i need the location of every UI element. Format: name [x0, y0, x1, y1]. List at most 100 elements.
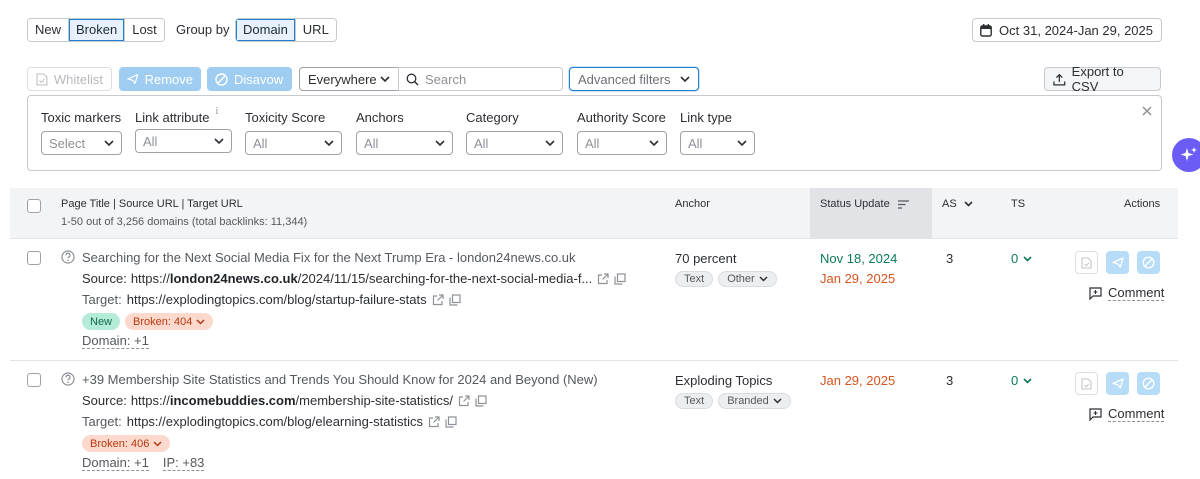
chevron-down-icon	[737, 139, 747, 146]
remove-row-button[interactable]	[1106, 372, 1129, 395]
comment-button[interactable]: Comment	[1089, 286, 1165, 301]
toxicity-score-select[interactable]: All	[245, 131, 342, 155]
broken-status-badge[interactable]: Broken: 404	[125, 313, 214, 330]
status-update-column-header[interactable]: Status Update	[820, 198, 909, 210]
toxicity-score[interactable]: 0	[1011, 251, 1032, 266]
toxicity-score[interactable]: 0	[1011, 373, 1032, 388]
external-link-icon[interactable]	[597, 272, 609, 285]
row-checkbox[interactable]	[27, 373, 41, 387]
ip-count[interactable]: IP: +83	[162, 456, 205, 471]
select-value: All	[688, 135, 703, 151]
filter-link-attribute: Link attribute i All	[135, 106, 232, 153]
external-link-icon[interactable]	[432, 293, 444, 306]
filter-link-type: Link type All	[680, 110, 755, 155]
copy-icon[interactable]	[475, 394, 487, 407]
tab-new[interactable]: New	[28, 19, 70, 41]
domain-count[interactable]: Domain: +1	[82, 334, 149, 349]
authority-score: 3	[946, 251, 954, 266]
info-icon[interactable]: i	[215, 106, 218, 117]
anchor-column-header: Anchor	[675, 198, 710, 210]
disavow-button[interactable]: Disavow	[207, 67, 292, 91]
anchor-category-text: Branded	[727, 395, 769, 407]
source-link[interactable]: https://incomebuddies.com/membership-sit…	[131, 393, 453, 408]
remove-label: Remove	[144, 71, 193, 87]
source-link[interactable]: https://london24news.co.uk/2024/11/15/se…	[131, 271, 592, 286]
page-title[interactable]: Searching for the Next Social Media Fix …	[82, 250, 576, 265]
export-csv-button[interactable]: Export to CSV	[1044, 64, 1161, 94]
link-type-select[interactable]: All	[680, 131, 755, 155]
close-icon[interactable]	[1142, 103, 1152, 120]
block-icon	[215, 72, 228, 86]
ai-assistant-button[interactable]	[1172, 138, 1200, 172]
source-protocol: https://	[130, 271, 170, 286]
anchor-category-dropdown[interactable]: Other	[718, 271, 777, 287]
link-attribute-select[interactable]: All	[135, 129, 232, 153]
target-link[interactable]: https://explodingtopics.com/blog/startup…	[127, 292, 427, 307]
anchor-category-dropdown[interactable]: Branded	[718, 393, 791, 409]
as-column-header[interactable]: AS	[942, 198, 973, 210]
domain-count[interactable]: Domain: +1	[82, 456, 149, 471]
advanced-filters-button[interactable]: Advanced filters	[569, 67, 699, 91]
upload-icon	[1053, 73, 1066, 85]
send-icon	[1111, 257, 1124, 268]
chevron-down-icon	[773, 398, 782, 404]
category-select[interactable]: All	[466, 131, 563, 155]
source-url: Source: https://london24news.co.uk/2024/…	[82, 271, 626, 286]
advanced-filters-label: Advanced filters	[578, 71, 671, 87]
source-protocol: https://	[130, 393, 170, 408]
anchors-select[interactable]: All	[356, 131, 453, 155]
target-link[interactable]: https://explodingtopics.com/blog/elearni…	[127, 414, 423, 429]
select-value: All	[253, 135, 268, 151]
anchor-category-text: Other	[727, 273, 755, 285]
copy-icon[interactable]	[449, 293, 461, 306]
copy-icon[interactable]	[445, 415, 457, 428]
external-link-icon[interactable]	[458, 394, 470, 407]
select-value: All	[143, 133, 158, 149]
help-circle-icon[interactable]	[61, 372, 75, 386]
whitelist-button[interactable]: Whitelist	[27, 67, 112, 91]
whitelist-row-button[interactable]	[1075, 372, 1098, 395]
broken-status-text: Broken: 406	[90, 437, 150, 450]
domain-info: Domain: +1	[82, 334, 149, 349]
chevron-down-icon	[545, 139, 555, 146]
disavow-row-button[interactable]	[1137, 372, 1160, 395]
broken-status-badge[interactable]: Broken: 406	[82, 435, 171, 452]
chevron-down-icon	[196, 318, 205, 325]
tab-broken[interactable]: Broken	[69, 19, 126, 41]
source-path: /membership-site-statistics/	[295, 393, 454, 408]
search-input[interactable]	[425, 71, 545, 87]
help-circle-icon[interactable]	[61, 250, 75, 264]
document-check-icon	[1081, 256, 1092, 269]
block-icon	[1142, 256, 1155, 269]
page-title[interactable]: +39 Membership Site Statistics and Trend…	[82, 372, 598, 387]
remove-row-button[interactable]	[1106, 251, 1129, 274]
tab-lost[interactable]: Lost	[125, 19, 164, 41]
status-column-highlight	[810, 188, 932, 239]
anchor-text: Exploding Topics	[675, 373, 773, 388]
comment-button[interactable]: Comment	[1089, 406, 1165, 422]
group-by-domain[interactable]: Domain	[236, 19, 296, 41]
ts-column-header: TS	[1011, 198, 1026, 210]
scope-select[interactable]: Everywhere	[299, 67, 399, 91]
sparkle-icon	[1180, 147, 1197, 161]
external-link-icon[interactable]	[428, 415, 440, 428]
toxic-markers-select[interactable]: Select	[41, 131, 122, 155]
chevron-down-icon	[1023, 255, 1032, 262]
toxicity-score-value: 0	[1011, 373, 1019, 388]
toxicity-score-value: 0	[1011, 251, 1019, 266]
date-range-picker[interactable]: Oct 31, 2024-Jan 29, 2025	[972, 18, 1162, 42]
select-all-checkbox[interactable]	[27, 199, 41, 213]
target-label: Target:	[82, 414, 122, 429]
row-checkbox[interactable]	[27, 251, 41, 265]
group-by-url[interactable]: URL	[295, 19, 336, 41]
comment-label: Comment	[1108, 406, 1165, 422]
disavow-row-button[interactable]	[1137, 251, 1160, 274]
date-range-text: Oct 31, 2024-Jan 29, 2025	[999, 22, 1153, 38]
remove-button[interactable]: Remove	[119, 67, 201, 91]
whitelist-row-button[interactable]	[1075, 251, 1098, 274]
status-chips: Broken: 406	[82, 435, 171, 452]
chevron-down-icon	[1023, 377, 1032, 384]
copy-icon[interactable]	[614, 272, 626, 285]
authority-score-select[interactable]: All	[577, 131, 667, 155]
chevron-down-icon	[964, 201, 973, 207]
